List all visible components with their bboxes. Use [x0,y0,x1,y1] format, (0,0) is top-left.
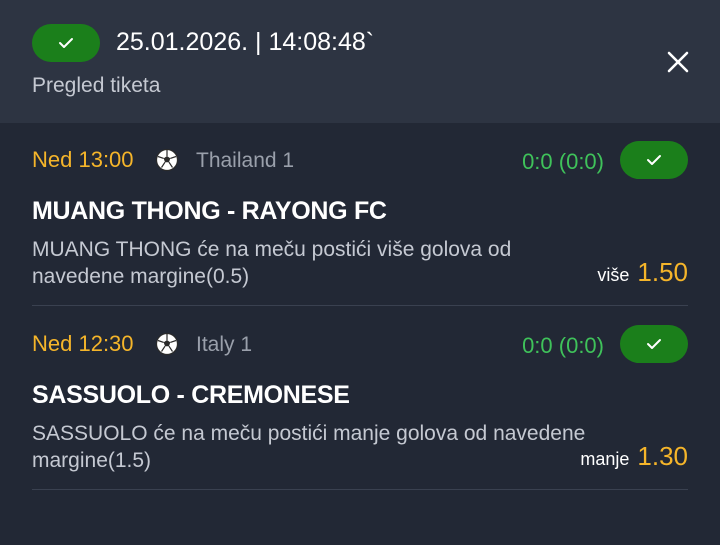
odds-value: 1.30 [637,441,688,471]
match-teams: MUANG THONG - RAYONG FC [32,197,387,225]
bet-odds: više 1.50 [597,257,688,288]
soccer-ball-icon [155,332,179,356]
match-item[interactable]: Ned 13:00 Thailand 1 0:0 (0:0) MUANG THO… [32,141,688,306]
match-teams: SASSUOLO - CREMONESE [32,381,350,409]
odds-value: 1.50 [637,257,688,287]
ticket-datetime: 25.01.2026. | 14:08:48` [116,28,375,56]
match-item[interactable]: Ned 12:30 Italy 1 0:0 (0:0) SASSUOLO - C… [32,325,688,490]
ticket-status-badge [32,24,100,62]
pick-label: manje [580,449,630,469]
soccer-ball-icon [155,148,179,172]
check-icon [59,38,73,48]
page-subtitle: Pregled tiketa [32,74,161,97]
match-score: 0:0 (0:0) [522,149,604,174]
ticket-header: 25.01.2026. | 14:08:48` Pregled tiketa [0,0,720,123]
league-name: Thailand 1 [196,149,295,172]
pick-label: više [597,265,630,285]
match-time: Ned 13:00 [32,147,134,172]
match-time: Ned 12:30 [32,331,134,356]
bet-odds: manje 1.30 [580,441,688,472]
close-button[interactable] [664,48,692,76]
check-icon [647,339,661,349]
match-status-badge [620,325,688,363]
match-status-badge [620,141,688,179]
bet-description: MUANG THONG će na meču postići više golo… [32,238,512,288]
match-score: 0:0 (0:0) [522,333,604,358]
check-icon [647,155,661,165]
bet-description: SASSUOLO će na meču postići manje golova… [32,422,586,472]
league-name: Italy 1 [196,333,253,356]
close-icon [667,51,689,73]
